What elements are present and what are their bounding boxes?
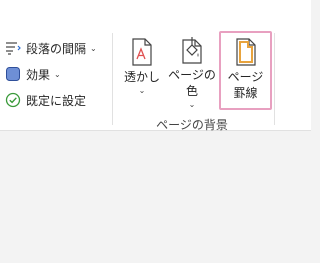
chevron-down-icon: ⌄ bbox=[90, 43, 97, 53]
page-borders-label-line1: ページ bbox=[227, 70, 264, 84]
chevron-down-icon: ⌄ bbox=[138, 86, 146, 95]
page-color-button[interactable]: ページの色 ⌄ bbox=[164, 36, 220, 110]
set-as-default-label: 既定に設定 bbox=[26, 93, 87, 108]
ribbon-design-tab: 段落の間隔 ⌄ 効果 ⌄ 既定に設定 透かし ⌄ ページの色 ⌄ ページ 罫線 … bbox=[0, 0, 311, 132]
watermark-page-icon bbox=[131, 36, 153, 66]
paragraph-spacing-label: 段落の間隔 bbox=[26, 41, 87, 56]
effects-icon bbox=[5, 66, 21, 82]
effects-label: 効果 bbox=[26, 67, 51, 82]
watermark-button[interactable]: 透かし ⌄ bbox=[122, 36, 162, 110]
group-divider bbox=[274, 33, 275, 125]
watermark-label: 透かし bbox=[123, 70, 160, 84]
page-border-icon bbox=[235, 36, 257, 66]
checkmark-circle-icon bbox=[5, 92, 21, 108]
chevron-down-icon: ⌄ bbox=[54, 69, 61, 79]
set-as-default-button[interactable]: 既定に設定 bbox=[5, 90, 86, 110]
group-label-page-background: ページの背景 bbox=[156, 118, 228, 132]
group-divider bbox=[112, 33, 113, 125]
chevron-down-icon: ⌄ bbox=[188, 100, 196, 109]
effects-button[interactable]: 効果 ⌄ bbox=[5, 64, 61, 84]
paragraph-spacing-button[interactable]: 段落の間隔 ⌄ bbox=[5, 38, 97, 58]
paragraph-spacing-icon bbox=[5, 40, 21, 56]
paint-bucket-page-icon bbox=[180, 36, 204, 64]
page-color-label: ページの色 bbox=[168, 68, 216, 98]
page-borders-label-line2: 罫線 bbox=[233, 86, 258, 100]
page-borders-button[interactable]: ページ 罫線 bbox=[222, 36, 269, 110]
